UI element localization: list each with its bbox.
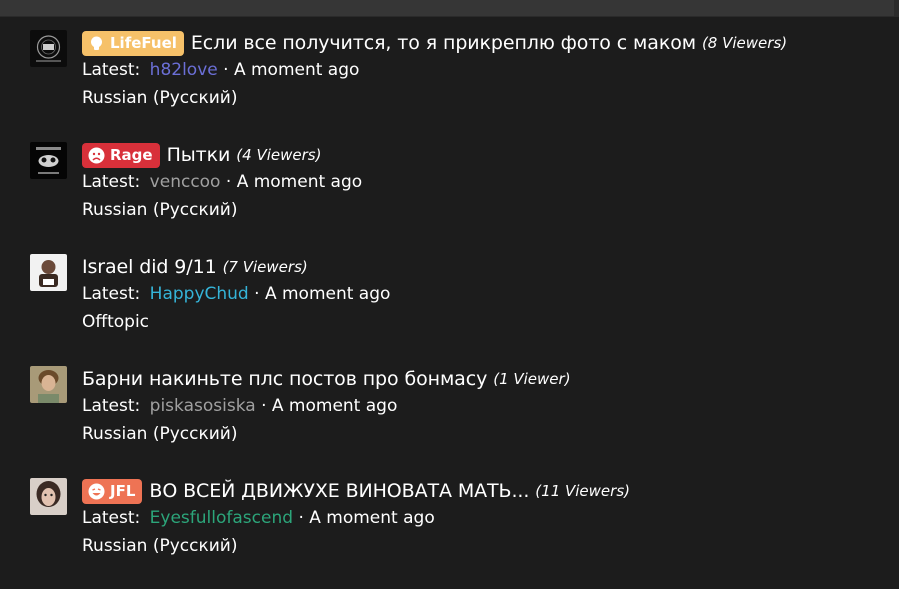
thread-row[interactable]: Барни накиньте плс постов про бонмасу (1… <box>30 350 890 444</box>
latest-user-link[interactable]: venccoo <box>150 172 221 192</box>
prefix-badge[interactable]: LifeFuel <box>82 30 184 56</box>
viewer-count: (7 Viewers) <box>222 258 308 276</box>
avatar[interactable] <box>30 366 67 403</box>
avatar[interactable] <box>30 478 67 515</box>
forum-link[interactable]: Russian (Русский) <box>82 536 238 556</box>
prefix-label: Rage <box>110 146 153 164</box>
separator: · <box>223 60 229 80</box>
angry-face-icon <box>88 147 105 164</box>
avatar[interactable] <box>30 30 67 67</box>
latest-time-link[interactable]: A moment ago <box>234 60 359 80</box>
viewer-count: (11 Viewers) <box>535 482 630 500</box>
avatar[interactable] <box>30 254 67 291</box>
latest-label: Latest: <box>82 396 141 416</box>
separator: · <box>225 172 232 192</box>
latest-label: Latest: <box>82 508 141 528</box>
thread-title-link[interactable]: Барни накиньте плс постов про бонмасу <box>82 368 487 390</box>
thread-title-link[interactable]: Пытки <box>167 144 231 166</box>
forum-link[interactable]: Offtopic <box>82 312 149 332</box>
prefix-badge[interactable]: Rage <box>82 142 160 168</box>
latest-time-link[interactable]: A moment ago <box>237 172 362 192</box>
thread-title-link[interactable]: Если все получится, то я прикреплю фото … <box>191 32 696 54</box>
lightbulb-icon <box>88 35 105 52</box>
thread-row[interactable]: JFL ВО ВСЕЙ ДВИЖУХЕ ВИНОВАТА МАТЬ... (11… <box>30 462 890 556</box>
forum-link[interactable]: Russian (Русский) <box>82 88 238 108</box>
viewer-count: (8 Viewers) <box>701 34 788 52</box>
thread-title-link[interactable]: ВО ВСЕЙ ДВИЖУХЕ ВИНОВАТА МАТЬ... <box>149 480 529 502</box>
latest-time-link[interactable]: A moment ago <box>265 284 390 304</box>
forum-link[interactable]: Russian (Русский) <box>82 424 238 444</box>
viewer-count: (4 Viewers) <box>236 146 322 164</box>
latest-time-link[interactable]: A moment ago <box>309 508 434 528</box>
scrollbar-edge[interactable] <box>894 0 899 16</box>
latest-label: Latest: <box>82 60 141 80</box>
thread-row[interactable]: LifeFuel Если все получится, то я прикре… <box>30 14 890 108</box>
latest-label: Latest: <box>82 284 141 304</box>
latest-label: Latest: <box>82 172 141 192</box>
separator: · <box>298 508 304 528</box>
separator: · <box>261 396 267 416</box>
latest-time-link[interactable]: A moment ago <box>272 396 397 416</box>
prefix-label: LifeFuel <box>110 34 177 52</box>
forum-link[interactable]: Russian (Русский) <box>82 200 238 220</box>
prefix-badge[interactable]: JFL <box>82 478 143 504</box>
separator: · <box>254 284 260 304</box>
latest-user-link[interactable]: h82love <box>150 60 218 80</box>
avatar[interactable] <box>30 142 67 179</box>
viewer-count: (1 Viewer) <box>493 370 571 388</box>
thread-row[interactable]: Israel did 9/11 (7 Viewers) Latest: Happ… <box>30 238 890 332</box>
latest-user-link[interactable]: HappyChud <box>150 284 249 304</box>
thread-title-link[interactable]: Israel did 9/11 <box>82 256 217 278</box>
prefix-label: JFL <box>110 482 136 500</box>
thread-row[interactable]: Rage Пытки (4 Viewers) Latest: venccoo ·… <box>30 126 890 220</box>
laughing-face-icon <box>88 483 105 500</box>
latest-user-link[interactable]: piskasosiska <box>150 396 256 416</box>
latest-user-link[interactable]: Eyesfullofascend <box>150 508 293 528</box>
